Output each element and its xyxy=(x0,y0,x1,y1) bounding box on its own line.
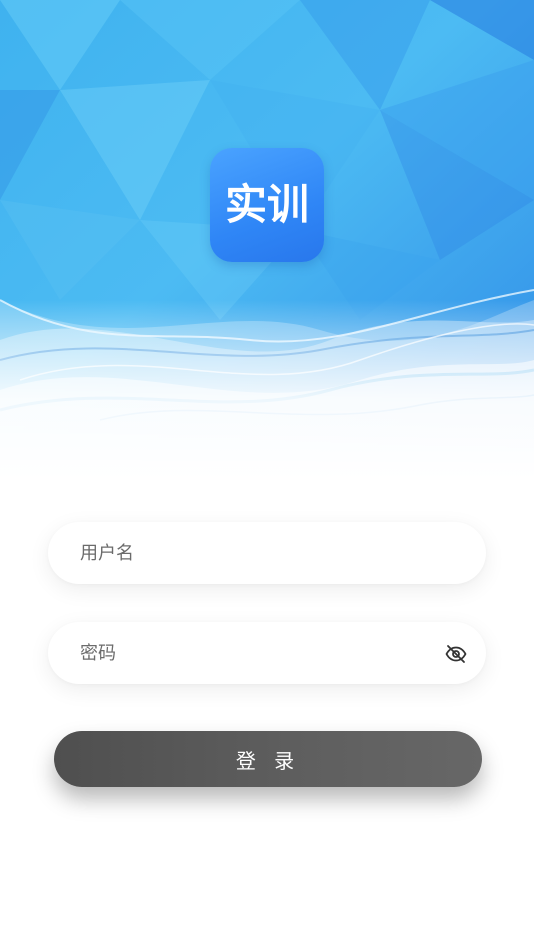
username-input[interactable] xyxy=(80,522,440,584)
login-screen: 实训 登 录 xyxy=(0,0,534,950)
password-input[interactable] xyxy=(80,622,440,684)
password-field xyxy=(48,622,486,684)
app-logo-text: 实训 xyxy=(224,180,309,229)
eye-off-icon[interactable] xyxy=(444,642,468,666)
app-logo: 实训 xyxy=(210,148,324,262)
username-field xyxy=(48,522,486,584)
login-button[interactable]: 登 录 xyxy=(54,731,482,787)
